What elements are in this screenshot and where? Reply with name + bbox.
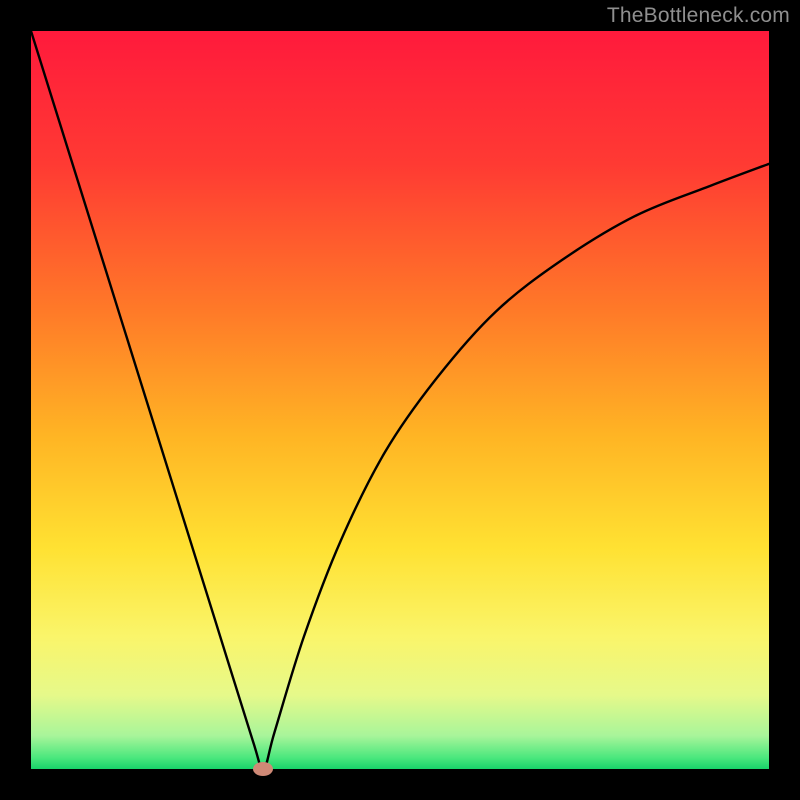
chart-container: TheBottleneck.com (0, 0, 800, 800)
watermark: TheBottleneck.com (607, 4, 790, 28)
plot-area (31, 31, 769, 769)
bottleneck-curve (31, 31, 769, 769)
minimum-marker (253, 762, 273, 776)
